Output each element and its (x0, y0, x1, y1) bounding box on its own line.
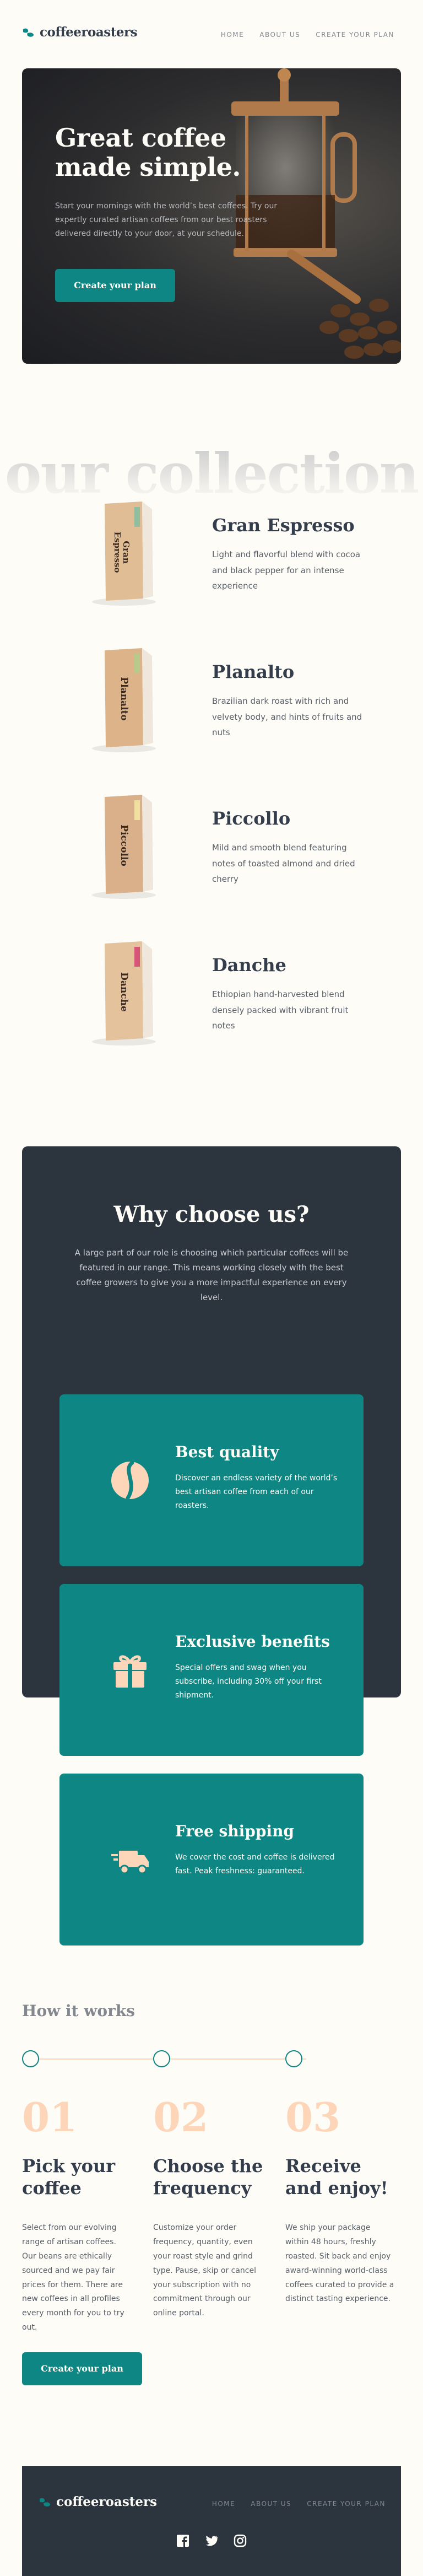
coffee-bag-image: Planalto (92, 648, 156, 752)
footer-nav: HOME ABOUT US CREATE YOUR PLAN (212, 2500, 386, 2508)
product-description: Mild and smooth blend featuring notes of… (212, 843, 355, 884)
hero-text: Start your mornings with the world’s bes… (55, 202, 278, 239)
product-description: Ethiopian hand-harvested blend densely p… (212, 989, 349, 1031)
how-it-works-title: How it works (22, 2002, 135, 2020)
step-title: Pick your coffee (22, 2155, 116, 2198)
step-title: Choose the frequency (153, 2155, 263, 2198)
step-text: Customize your order frequency, quantity… (153, 2223, 256, 2318)
hero-section: Great coffee made simple. Start your mor… (22, 68, 401, 364)
footer-nav-home[interactable]: HOME (212, 2500, 235, 2508)
feature-text: Discover an endless variety of the world… (175, 1474, 338, 1511)
svg-text:Danche: Danche (118, 972, 129, 1012)
coffee-bag-image: Danche (92, 941, 156, 1046)
twitter-icon[interactable] (205, 2534, 218, 2547)
logo-mark-icon (23, 28, 34, 37)
feature-text: We cover the cost and coffee is delivere… (175, 1853, 335, 1876)
product-card: Gran Espresso Gran Espresso Light and fl… (55, 502, 397, 634)
site-footer: coffeeroasters HOME ABOUT US CREATE YOUR… (22, 2466, 401, 2576)
timeline-dot (285, 2050, 302, 2067)
footer-brand-name: coffeeroasters (56, 2494, 158, 2509)
how-create-plan-button[interactable]: Create your plan (22, 2352, 142, 2385)
timeline-dot (153, 2050, 170, 2067)
brand-logo[interactable]: coffeeroasters (22, 25, 138, 40)
feature-title: Exclusive benefits (175, 1632, 330, 1651)
product-name: Planalto (212, 661, 295, 682)
brand-name: coffeeroasters (40, 25, 138, 40)
gift-icon (113, 1655, 147, 1688)
product-card: Danche Danche Ethiopian hand-harvested b… (55, 941, 397, 1074)
product-description: Light and flavorful blend with cocoa and… (212, 549, 361, 591)
nav-create-plan[interactable]: CREATE YOUR PLAN (316, 31, 394, 39)
why-title: Why choose us? (113, 1201, 310, 1227)
nav-about-us[interactable]: ABOUT US (259, 31, 300, 39)
step-number: 01 (22, 2094, 78, 2141)
why-text: A large part of our role is choosing whi… (74, 1248, 349, 1302)
feature-title: Free shipping (175, 1822, 295, 1840)
truck-icon (111, 1851, 149, 1874)
product-name: Danche (212, 955, 286, 976)
feature-title: Best quality (175, 1443, 279, 1461)
step-text: Select from our evolving range of artisa… (22, 2223, 124, 2332)
collection-title: our collection (0, 441, 423, 506)
step-text: We ship your package within 48 hours, fr… (285, 2223, 394, 2304)
main-nav: HOME ABOUT US CREATE YOUR PLAN (221, 31, 394, 39)
step-title: Receive and enjoy! (285, 2155, 388, 2198)
hero-title: Great coffee made simple. (55, 123, 241, 182)
facebook-icon[interactable] (176, 2534, 189, 2547)
coffee-bean-icon (111, 1461, 149, 1500)
nav-home[interactable]: HOME (221, 31, 244, 39)
step-card: 03 Receive and enjoy! We ship your packa… (285, 2098, 401, 2306)
logo-mark-icon (40, 2498, 50, 2507)
product-card: Piccollo Piccollo Mild and smooth blend … (55, 795, 397, 927)
product-description: Brazilian dark roast with rich and velve… (212, 696, 362, 737)
site-header: coffeeroasters HOME ABOUT US CREATE YOUR… (0, 0, 423, 71)
footer-nav-about-us[interactable]: ABOUT US (251, 2500, 291, 2508)
step-number: 03 (285, 2094, 341, 2141)
svg-text:Planalto: Planalto (118, 677, 129, 720)
step-card: 02 Choose the frequency Customize your o… (153, 2098, 269, 2321)
product-name: Piccollo (212, 808, 291, 829)
feature-text: Special offers and swag when you subscri… (175, 1663, 322, 1700)
timeline-dot (22, 2050, 39, 2067)
feature-card: Best quality Discover an endless variety… (59, 1394, 364, 1566)
steps-timeline (22, 2050, 330, 2068)
svg-text:Piccollo: Piccollo (118, 824, 129, 866)
step-number: 02 (153, 2094, 209, 2141)
social-links (22, 2534, 401, 2547)
product-card: Planalto Planalto Brazilian dark roast w… (55, 648, 397, 780)
hero-create-plan-button[interactable]: Create your plan (55, 269, 175, 302)
product-name: Gran Espresso (212, 515, 355, 536)
svg-text:Espresso: Espresso (112, 532, 122, 573)
footer-logo[interactable]: coffeeroasters (39, 2494, 157, 2509)
footer-nav-create-plan[interactable]: CREATE YOUR PLAN (307, 2500, 386, 2508)
instagram-icon[interactable] (234, 2534, 247, 2547)
step-card: 01 Pick your coffee Select from our evol… (22, 2098, 138, 2335)
coffee-bag-image: Piccollo (92, 795, 156, 899)
coffee-bag-image: Gran Espresso (92, 502, 156, 606)
feature-card: Free shipping We cover the cost and coff… (59, 1774, 364, 1946)
feature-card: Exclusive benefits Special offers and sw… (59, 1584, 364, 1756)
